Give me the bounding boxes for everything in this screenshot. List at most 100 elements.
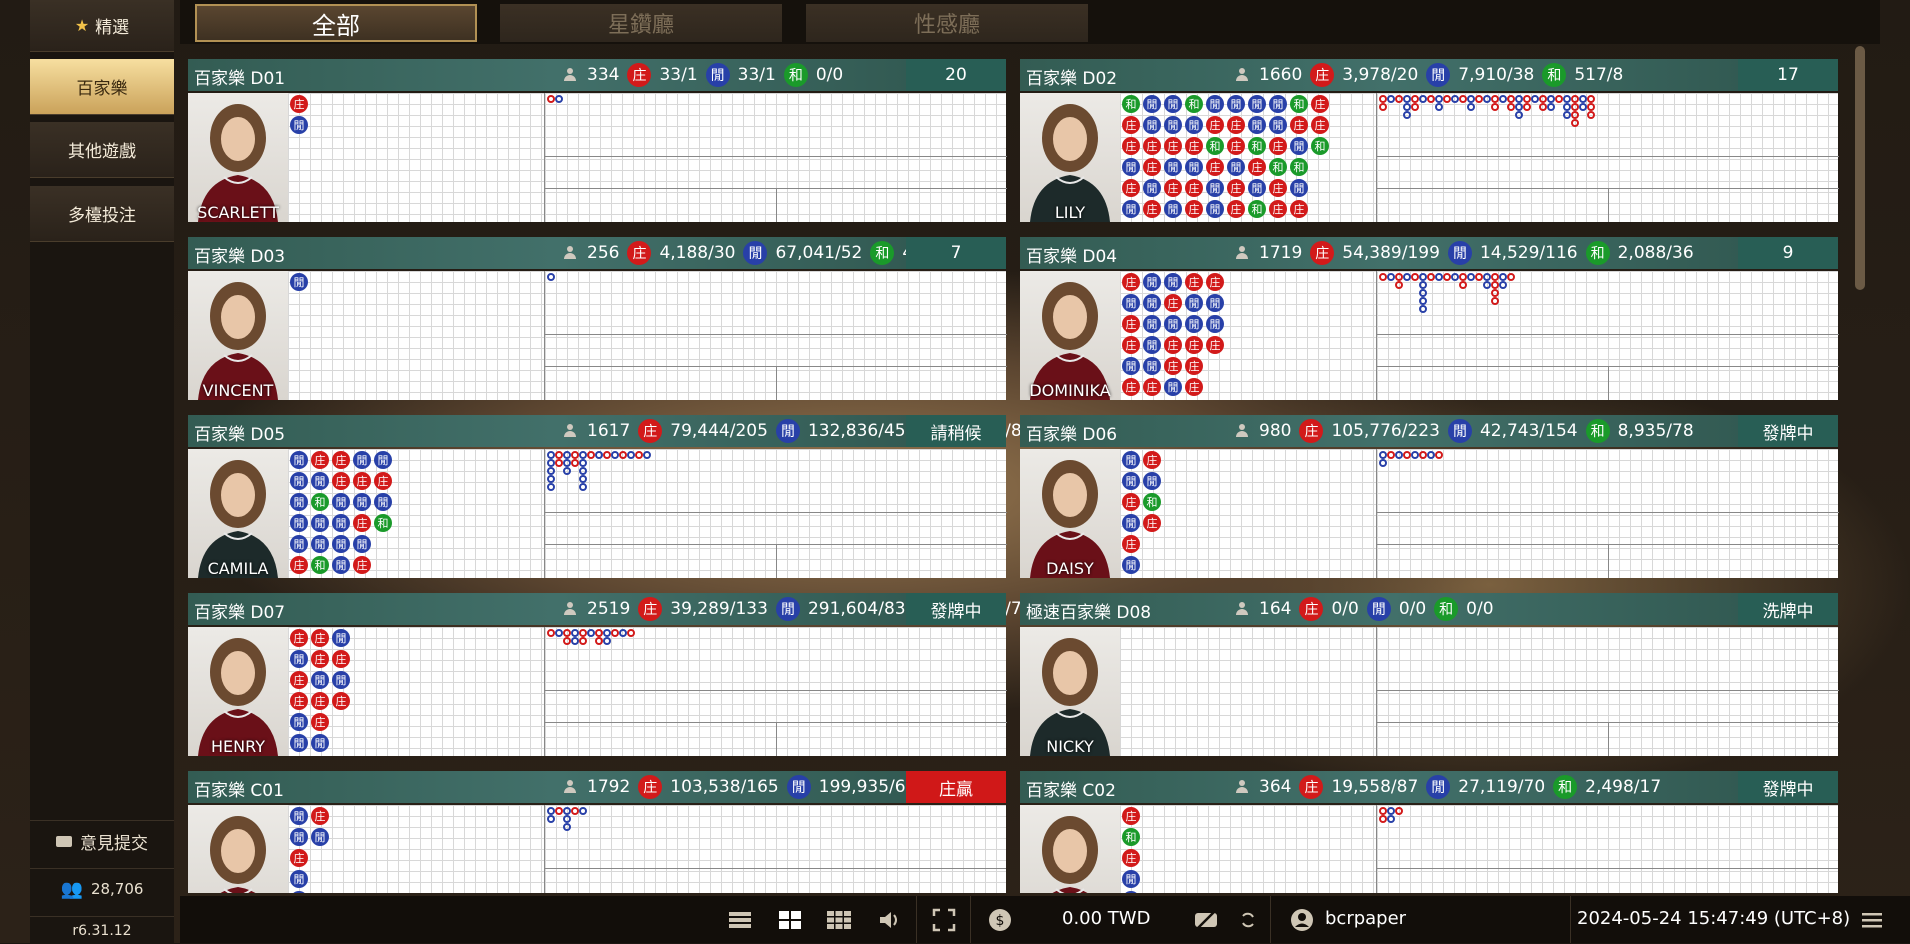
tab-star-diamond[interactable]: 星鑽廳 xyxy=(500,4,782,42)
road-marker xyxy=(1467,273,1475,281)
grid-3x3-icon[interactable] xyxy=(825,906,853,934)
table-card[interactable]: 百家樂 D04 1719 庄 54,389/199 閒 14,529/116 和 2,088/… xyxy=(1020,237,1839,400)
road-marker xyxy=(555,95,563,103)
bead: 閒 xyxy=(332,556,350,574)
road-divider xyxy=(545,512,1007,513)
sidebar-item-baccarat[interactable]: 百家樂 xyxy=(30,59,174,115)
bead: 閒 xyxy=(353,535,371,553)
table-card[interactable]: 百家樂 D03256庄4,188/30閒67,041/52和489/57VINC… xyxy=(188,237,1007,400)
person-icon xyxy=(1235,424,1249,438)
road-marker xyxy=(563,823,571,831)
bead: 庄 xyxy=(311,451,329,469)
person-icon xyxy=(1235,246,1249,260)
table-card[interactable]: 百家樂 C02 364 庄 19,558/87 閒 27,119/70 和 2,498/17 發… xyxy=(1020,771,1838,893)
road-marker xyxy=(1419,297,1427,305)
table-status: 20 xyxy=(906,59,1006,91)
refresh-icon[interactable] xyxy=(1234,906,1262,934)
big-road xyxy=(1376,805,1838,893)
tie-count: 8,935/78 xyxy=(1617,421,1694,441)
bead: 庄 xyxy=(1185,137,1203,155)
sidebar-item-label: 精選 xyxy=(95,18,130,38)
road-marker xyxy=(547,451,555,459)
sidebar-item-multi-table[interactable]: 多檯投注 xyxy=(30,186,174,242)
road-divider xyxy=(1377,334,1839,335)
road-marker xyxy=(563,459,571,467)
table-status: 發牌中 xyxy=(1738,771,1838,803)
table-card[interactable]: 極速百家樂 D08 164 庄 0/0 閒 0/0 和 0/0 洗牌中 NICKY xyxy=(1020,593,1839,756)
bead: 庄 xyxy=(1185,336,1203,354)
tab-sexy[interactable]: 性感廳 xyxy=(806,4,1088,42)
bead: 庄 xyxy=(374,472,392,490)
bead: 庄 xyxy=(1122,378,1140,396)
bead: 庄 xyxy=(311,713,329,731)
road-marker xyxy=(587,451,595,459)
sidebar-item-featured[interactable]: ★ 精選 xyxy=(30,0,174,52)
road-marker xyxy=(1427,273,1435,281)
table-card[interactable]: 百家樂 D01 334 庄 33/1 閒 33/1 和 0/0 20 SCARLETT 庄閒 xyxy=(188,59,1007,222)
bead: 閒 xyxy=(1206,179,1224,197)
username: bcrpaper xyxy=(1325,908,1407,929)
roadmap: 閒閒庄閒閒閒庄閒 xyxy=(188,805,1006,893)
feedback-button[interactable]: 意見提交 xyxy=(30,820,174,861)
bead: 閒 xyxy=(1122,357,1140,375)
table-header: 百家樂 D02 1660 庄 3,978/20 閒 7,910/38 和 517/8 17 xyxy=(1020,59,1838,91)
scrollbar-thumb[interactable] xyxy=(1855,46,1865,290)
bead: 閒 xyxy=(1143,179,1161,197)
bead: 庄 xyxy=(290,671,308,689)
road-marker xyxy=(595,637,603,645)
mail-icon xyxy=(56,835,72,847)
fullscreen-icon[interactable] xyxy=(930,906,958,934)
banker-badge: 庄 xyxy=(1299,775,1324,799)
road-marker xyxy=(1395,273,1403,281)
road-marker xyxy=(563,807,571,815)
person-icon xyxy=(1235,68,1249,82)
road-marker xyxy=(1379,459,1387,467)
table-card[interactable]: 百家樂 D051617庄79,444/205閒132,836/456和4,580… xyxy=(188,415,1032,578)
bead: 庄 xyxy=(1185,200,1203,218)
roadmap: HENRY 庄閒庄庄閒閒庄庄閒庄庄閒閒庄閒庄 xyxy=(188,627,1007,756)
player-badge: 閒 xyxy=(775,597,800,621)
bead: 閒 xyxy=(290,713,308,731)
banker-badge: 庄 xyxy=(638,597,663,621)
road-marker xyxy=(1531,95,1539,103)
road-marker xyxy=(1411,95,1419,103)
bead-road: 閒閒閒閒閒庄庄閒和閒閒和庄庄閒閒閒閒閒庄閒庄閒庄閒庄閒和 xyxy=(288,449,544,578)
road-marker xyxy=(1443,273,1451,281)
bead: 閒 xyxy=(353,493,371,511)
dealer-photo: DAISY xyxy=(1020,449,1120,578)
players-count: 364 xyxy=(1259,777,1292,797)
dealer-photo xyxy=(188,805,288,893)
road-marker xyxy=(579,629,587,637)
road-marker xyxy=(547,807,555,815)
road-divider xyxy=(1377,156,1839,157)
table-header: 百家樂 D051617庄79,444/205閒132,836/456和4,580… xyxy=(188,415,1032,447)
bead: 閒 xyxy=(1122,294,1140,312)
road-divider xyxy=(1608,188,1609,222)
player-badge: 閒 xyxy=(1426,63,1451,87)
sidebar-item-other-games[interactable]: 其他遊戲 xyxy=(30,122,174,178)
road-marker xyxy=(611,451,619,459)
table-card[interactable]: 百家樂 D06 980 庄 105,776/223 閒 42,743/154 和 8,935/… xyxy=(1020,415,1839,578)
table-card[interactable]: 百家樂 D02 1660 庄 3,978/20 閒 7,910/38 和 517/8 17 LIL… xyxy=(1020,59,1839,222)
road-marker xyxy=(547,467,555,475)
bead: 庄 xyxy=(1122,116,1140,134)
speaker-icon[interactable] xyxy=(876,906,904,934)
bead: 閒 xyxy=(1122,451,1140,469)
tie-count: 0/0 xyxy=(1466,599,1494,619)
grid-2x2-icon[interactable] xyxy=(776,906,804,934)
hide-balance-icon[interactable] xyxy=(1192,906,1220,934)
hamburger-menu-icon[interactable] xyxy=(1858,906,1886,934)
dealer-silhouette-icon xyxy=(1042,816,1098,893)
table-card[interactable]: 百家樂 D072519庄39,289/133閒291,604/832和3,725… xyxy=(188,593,1032,756)
road-marker xyxy=(603,637,611,645)
road-marker xyxy=(1499,273,1507,281)
dealer-photo: NICKY xyxy=(1020,627,1120,756)
road-marker xyxy=(1483,273,1491,281)
road-marker xyxy=(1515,111,1523,119)
table-card[interactable]: 百家樂 C011792庄103,538/165閒199,935/628和5,97… xyxy=(188,771,1006,893)
tab-all[interactable]: 全部 xyxy=(195,4,477,42)
bead: 閒 xyxy=(311,472,329,490)
road-marker xyxy=(1411,273,1419,281)
list-view-icon[interactable] xyxy=(726,906,754,934)
table-header: 百家樂 D04 1719 庄 54,389/199 閒 14,529/116 和 2,088/… xyxy=(1020,237,1838,269)
